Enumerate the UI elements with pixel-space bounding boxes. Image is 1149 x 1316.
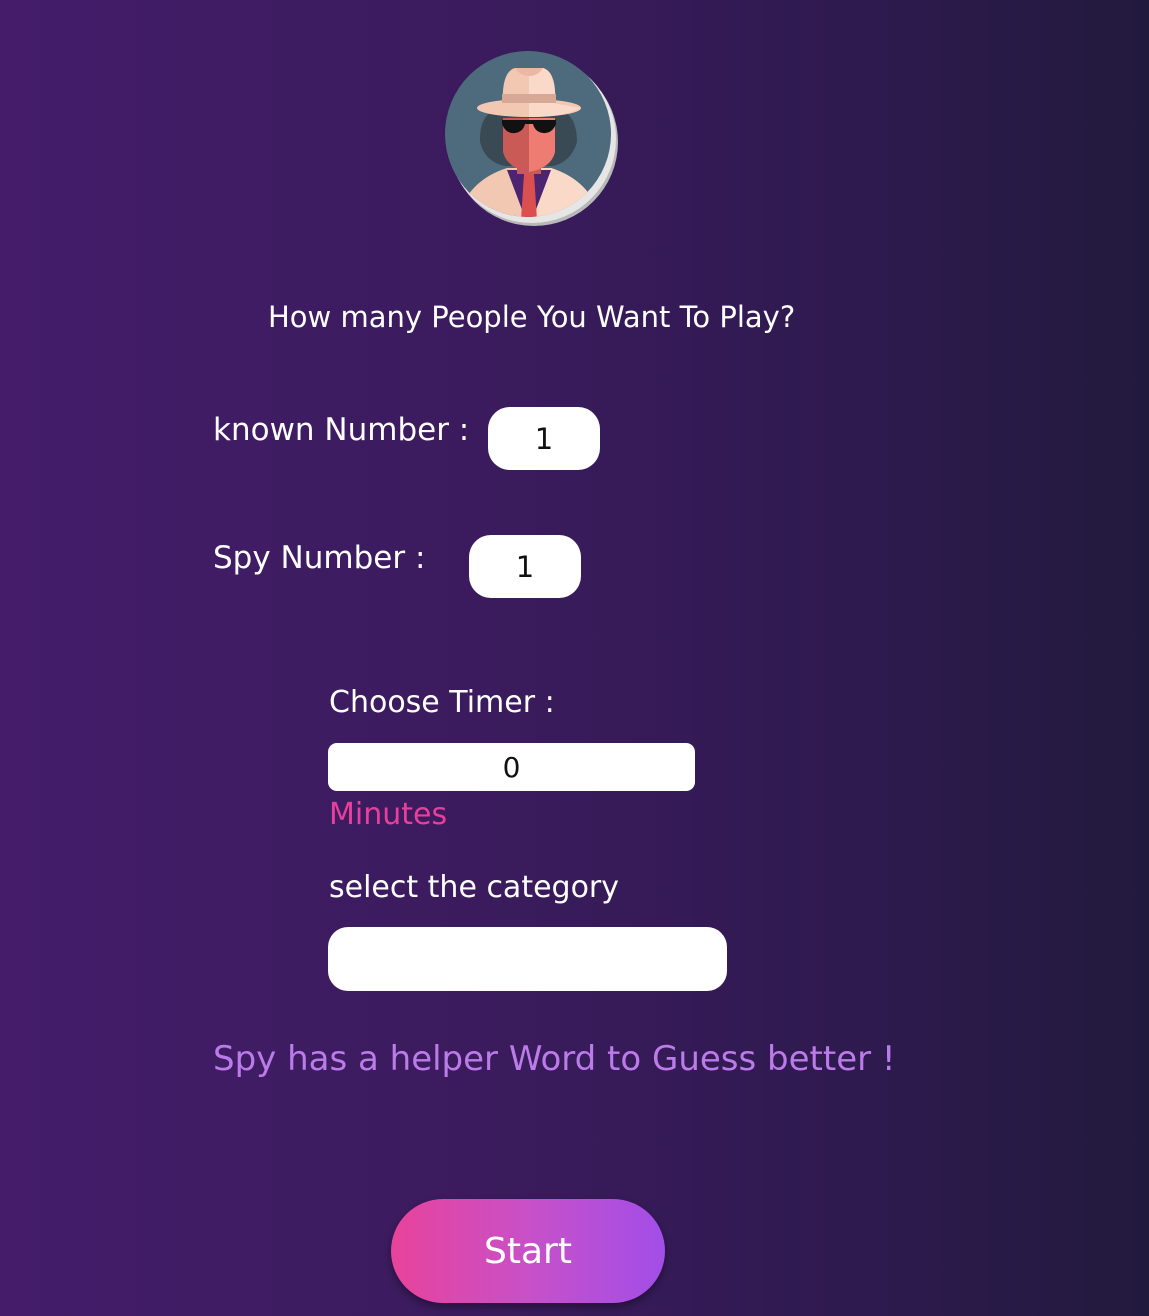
spy-avatar-icon — [445, 50, 621, 230]
spy-number-input[interactable] — [469, 535, 581, 598]
known-number-label: known Number : — [213, 412, 470, 448]
category-label: select the category — [329, 870, 620, 905]
timer-label: Choose Timer : — [329, 685, 555, 720]
known-number-input[interactable] — [488, 407, 600, 470]
category-select[interactable] — [328, 927, 727, 991]
players-question: How many People You Want To Play? — [268, 300, 796, 334]
timer-input[interactable] — [328, 743, 695, 791]
timer-unit-label: Minutes — [329, 797, 448, 832]
start-button[interactable]: Start — [391, 1199, 665, 1303]
helper-hint-text: Spy has a helper Word to Guess better ! — [213, 1039, 896, 1079]
spy-number-label: Spy Number : — [213, 540, 426, 576]
